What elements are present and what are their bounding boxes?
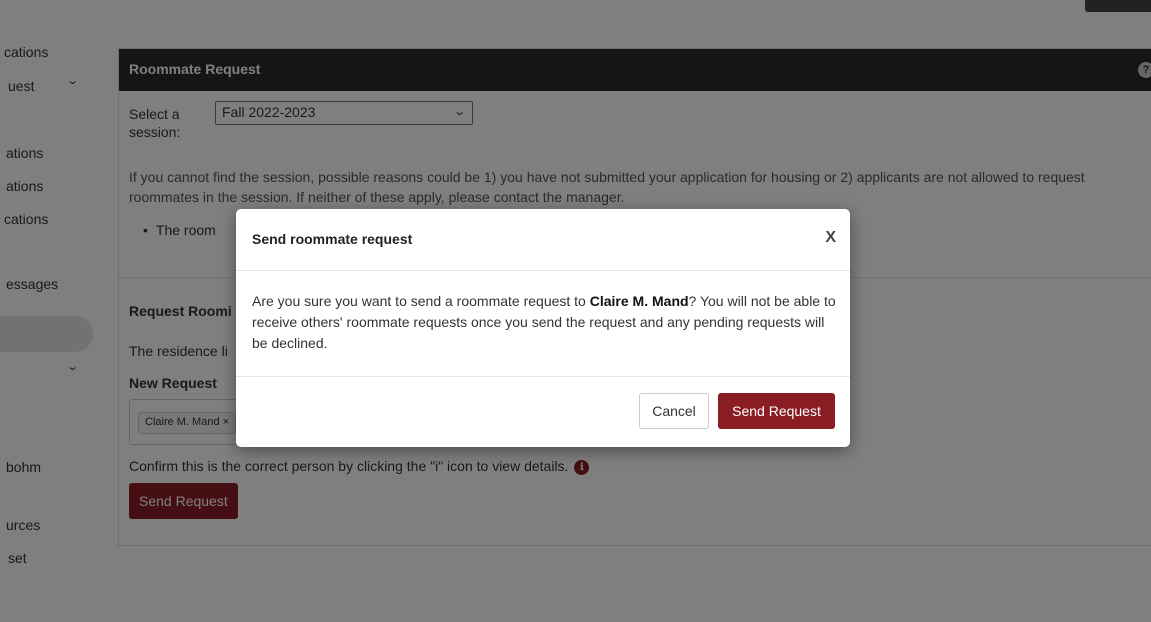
modal-body-name: Claire M. Mand [589,293,689,309]
modal-body-prefix: Are you sure you want to send a roommate… [252,293,590,309]
modal-send-request-button[interactable]: Send Request [718,393,835,429]
close-icon[interactable]: X [825,229,836,247]
modal-divider [236,270,850,271]
modal-title: Send roommate request [252,231,413,247]
page: cations uest ⌄ ations ations cations ess… [0,0,1151,622]
modal-body: Are you sure you want to send a roommate… [252,291,842,354]
cancel-button[interactable]: Cancel [639,393,709,429]
send-roommate-request-modal: Send roommate request X Are you sure you… [236,209,850,447]
modal-divider [236,376,850,377]
